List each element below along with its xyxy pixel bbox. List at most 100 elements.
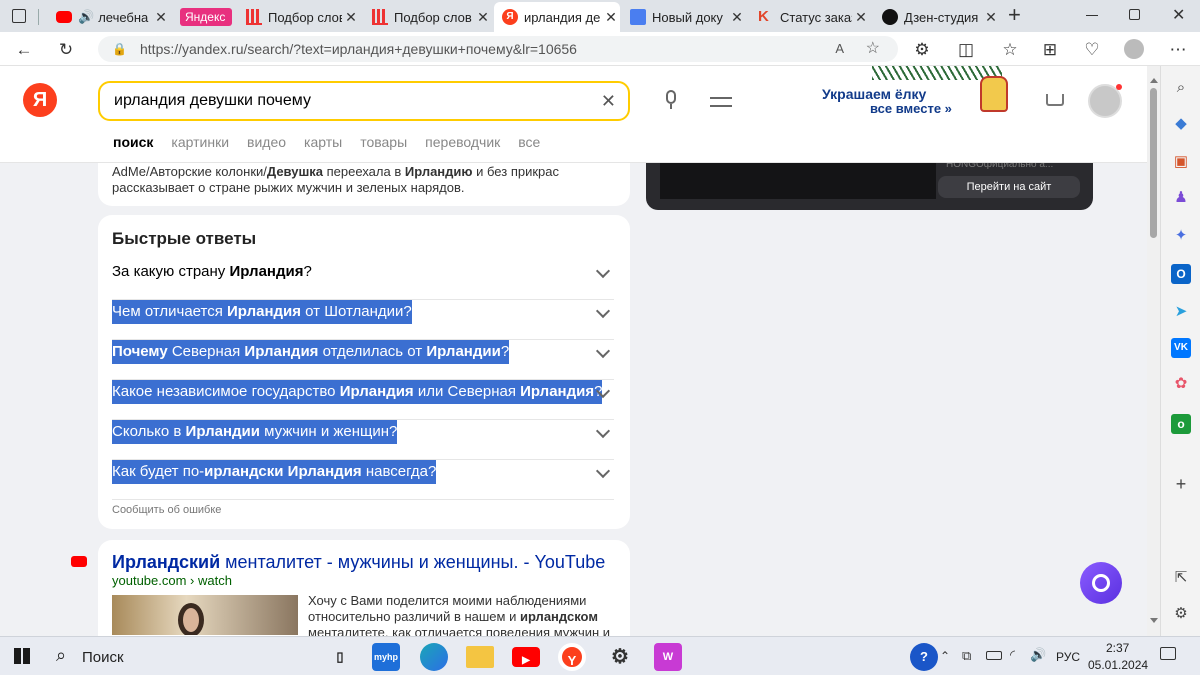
windows-start-icon[interactable] (14, 648, 30, 664)
result-title[interactable]: Ирландский менталитет - мужчины и женщин… (112, 552, 605, 573)
wps-office-icon[interactable]: W (654, 643, 682, 671)
battery-icon[interactable] (986, 651, 1002, 660)
close-icon[interactable]: ✕ (342, 9, 360, 26)
restore-button[interactable] (1129, 9, 1140, 20)
language-indicator[interactable]: РУС (1056, 650, 1080, 664)
wifi-icon[interactable]: ◜ (1010, 647, 1015, 663)
close-icon[interactable]: ✕ (852, 9, 870, 26)
toolbox-icon[interactable]: ▣ (1171, 152, 1191, 172)
quick-answer-item[interactable]: Как будет по-ирландски Ирландия навсегда… (112, 460, 614, 500)
refresh-icon[interactable]: ↻ (56, 40, 76, 60)
favorite-star-icon[interactable]: ☆ (866, 36, 880, 62)
microphone-icon[interactable] (664, 90, 678, 112)
nav-images[interactable]: картинки (171, 134, 229, 150)
task-view-icon[interactable]: ▯ (326, 643, 354, 671)
clock-date[interactable]: 05.01.2024 (1088, 658, 1148, 672)
promo-banner[interactable]: Украшаем ёлку все вместе » (800, 66, 1040, 126)
settings-gear-icon[interactable]: ⚙ (1171, 604, 1191, 624)
edge-icon[interactable] (420, 643, 448, 671)
search-icon[interactable]: ⌕ (1171, 78, 1191, 98)
quick-answer-item[interactable]: Почему Северная Ирландия отделилась от И… (112, 340, 614, 380)
volume-icon[interactable]: 🔊 (1030, 647, 1046, 663)
chevron-down-icon[interactable] (595, 263, 611, 279)
nav-all[interactable]: все (518, 134, 540, 150)
cart-icon[interactable] (1046, 94, 1064, 106)
close-icon[interactable]: ✕ (474, 9, 492, 26)
external-link-icon[interactable]: ⇱ (1171, 568, 1191, 588)
odnoklassniki-icon[interactable]: o (1171, 414, 1191, 434)
tab-4-active[interactable]: Я ирландия де ✕ (494, 2, 620, 32)
more-menu-icon[interactable]: ⋯ (1168, 40, 1188, 60)
video-preview[interactable] (660, 163, 936, 199)
tab-6[interactable]: K Статус заказ ✕ (750, 4, 870, 30)
close-icon[interactable]: ✕ (602, 9, 620, 26)
games-icon[interactable]: ♟ (1171, 188, 1191, 208)
nav-translator[interactable]: переводчик (425, 134, 500, 150)
nav-search[interactable]: поиск (113, 134, 153, 150)
vk-icon[interactable]: VK (1171, 338, 1191, 358)
flower-icon[interactable]: ✿ (1171, 374, 1191, 394)
tab-3[interactable]: Подбор слов ✕ (364, 4, 492, 30)
result-url[interactable]: youtube.com › watch (112, 573, 232, 588)
performance-icon[interactable]: ♡ (1082, 40, 1102, 60)
chevron-down-icon[interactable] (595, 303, 611, 319)
scroll-thumb[interactable] (1150, 88, 1157, 238)
back-icon[interactable]: ← (14, 40, 34, 60)
chevron-down-icon[interactable] (595, 423, 611, 439)
scroll-down-arrow[interactable] (1150, 618, 1158, 623)
filters-icon[interactable] (710, 94, 732, 110)
profile-icon[interactable] (1124, 39, 1144, 59)
tab-5[interactable]: Новый доку ✕ (622, 4, 746, 30)
youtube-app-icon[interactable]: ▶ (512, 647, 540, 667)
go-to-site-button[interactable]: Перейти на сайт (938, 176, 1080, 198)
settings-app-icon[interactable]: ⚙ (606, 643, 634, 671)
quick-answer-item[interactable]: Чем отличается Ирландия от Шотландии? (112, 300, 614, 340)
close-icon[interactable]: ✕ (728, 9, 746, 26)
help-icon[interactable]: ? (910, 643, 938, 671)
split-screen-icon[interactable]: ◫ (956, 40, 976, 60)
close-icon[interactable]: ✕ (152, 9, 170, 26)
report-error-link[interactable]: Сообщить об ошибке (112, 504, 221, 516)
tab-7[interactable]: Дзен-студия ✕ (874, 4, 1000, 30)
yandex-logo[interactable]: Я (23, 83, 57, 117)
copilot-icon[interactable]: ✦ (1171, 226, 1191, 246)
search-input[interactable]: ирландия девушки почему ✕ (98, 81, 630, 121)
window-menu-icon[interactable] (12, 9, 26, 23)
chevron-down-icon[interactable] (595, 463, 611, 479)
shopping-tag-icon[interactable]: ◆ (1171, 114, 1191, 134)
read-aloud-icon[interactable]: A (835, 36, 844, 62)
chevron-down-icon[interactable] (595, 343, 611, 359)
extensions-icon[interactable]: ⚙ (912, 40, 932, 60)
myhp-icon[interactable]: myhp (372, 643, 400, 671)
add-icon[interactable]: + (1171, 474, 1191, 494)
outlook-icon[interactable]: O (1171, 264, 1191, 284)
minimize-button[interactable] (1086, 15, 1098, 16)
collections-icon[interactable]: ⊞ (1040, 40, 1060, 60)
file-explorer-icon[interactable] (466, 646, 494, 668)
nav-maps[interactable]: карты (304, 134, 342, 150)
notifications-icon[interactable] (1160, 647, 1176, 660)
favorites-icon[interactable]: ☆ (1000, 40, 1020, 60)
page-scrollbar[interactable] (1147, 66, 1160, 636)
quick-answer-item[interactable]: Какое независимое государство Ирландия и… (112, 380, 614, 420)
clear-icon[interactable]: ✕ (601, 83, 616, 119)
new-tab-button[interactable]: + (1008, 2, 1021, 28)
tab-1[interactable]: Яндекс (176, 4, 232, 30)
clock-time[interactable]: 2:37 (1106, 641, 1129, 655)
meet-icon[interactable]: ⧉ (962, 648, 971, 664)
alice-assistant-button[interactable] (1080, 562, 1122, 604)
quick-answer-item[interactable]: Сколько в Ирландии мужчин и женщин? (112, 420, 614, 460)
nav-goods[interactable]: товары (360, 134, 407, 150)
yandex-browser-icon[interactable]: Y (558, 643, 586, 671)
quick-answer-item[interactable]: За какую страну Ирландия? (112, 260, 614, 300)
url-field[interactable]: 🔒 https://yandex.ru/search/?text=ирланди… (98, 36, 898, 62)
video-thumbnail[interactable] (112, 595, 298, 635)
close-icon[interactable]: ✕ (982, 9, 1000, 26)
telegram-icon[interactable]: ➤ (1171, 302, 1191, 322)
speaker-icon[interactable]: 🔊 (78, 9, 94, 25)
tab-0[interactable]: 🔊 лечебна ✕ (48, 4, 170, 30)
taskbar-search[interactable]: ⌕ Поиск (46, 641, 306, 673)
close-window-button[interactable]: ✕ (1172, 5, 1185, 25)
tab-2[interactable]: Подбор слов ✕ (238, 4, 360, 30)
tray-overflow-icon[interactable]: ⌃ (940, 649, 950, 663)
